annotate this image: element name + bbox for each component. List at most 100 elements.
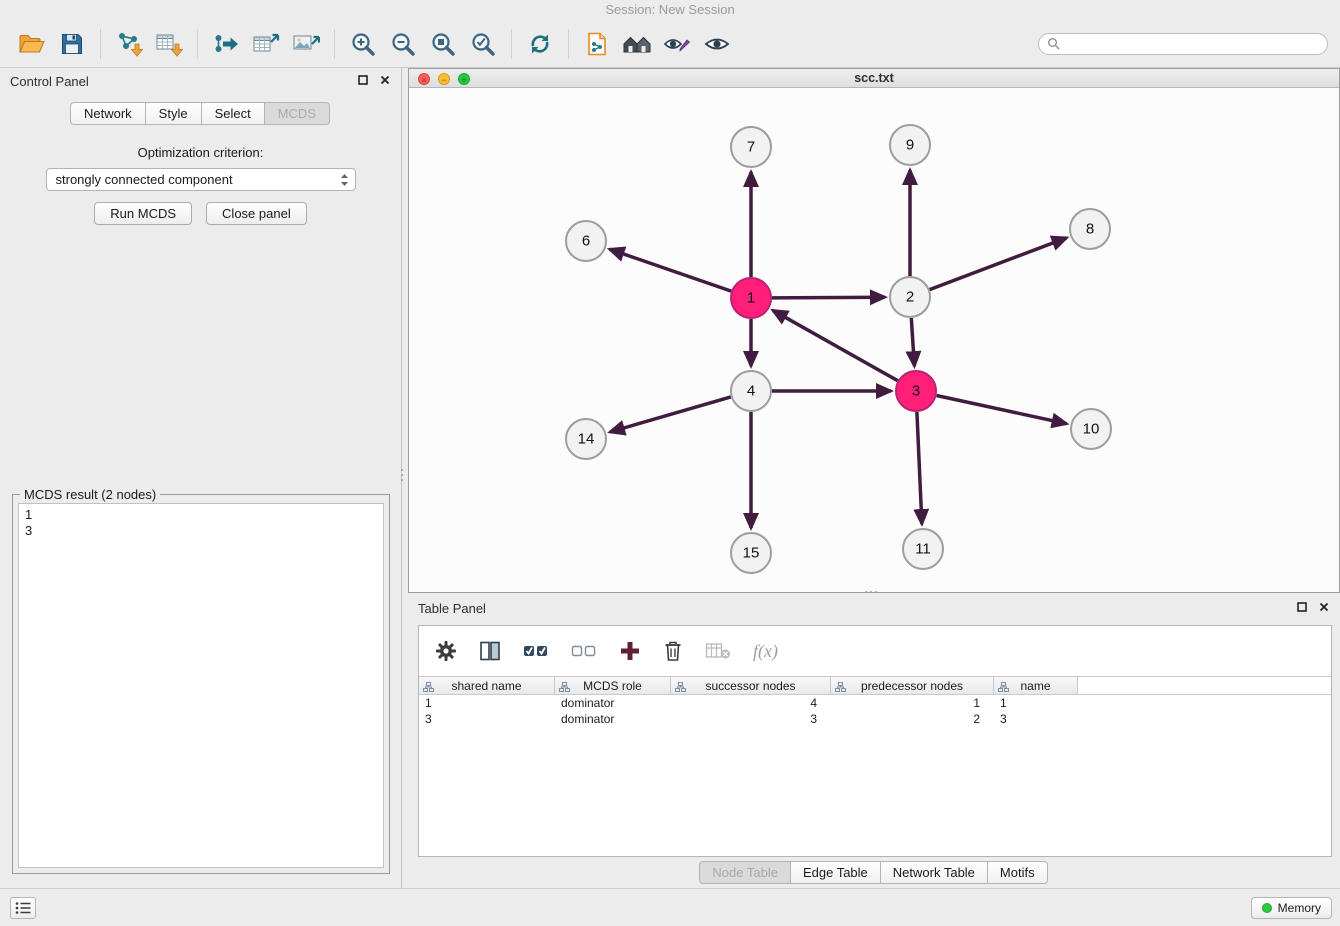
network-canvas[interactable]: 7 9 6 8 1 2 4 3 14 10 15 11 xyxy=(409,89,1339,592)
tab-network-table[interactable]: Network Table xyxy=(880,861,988,884)
float-table-panel-button[interactable] xyxy=(1296,601,1308,613)
graph-edge-3-11[interactable] xyxy=(917,412,922,524)
tab-network[interactable]: Network xyxy=(70,102,146,125)
graph-edge-2-8[interactable] xyxy=(930,238,1067,290)
deselect-all-button[interactable] xyxy=(571,642,597,660)
add-column-button[interactable] xyxy=(619,640,641,662)
tab-select[interactable]: Select xyxy=(201,102,265,125)
export-table-button[interactable] xyxy=(246,24,286,64)
run-mcds-button[interactable]: Run MCDS xyxy=(94,202,192,225)
table-cell[interactable]: 3 xyxy=(671,711,831,727)
memory-button[interactable]: Memory xyxy=(1251,897,1332,919)
import-network-button[interactable] xyxy=(109,24,149,64)
table-cell[interactable]: 1 xyxy=(994,695,1078,711)
table-cell[interactable]: 4 xyxy=(671,695,831,711)
houses-icon xyxy=(622,32,652,56)
graph-edge-1-6[interactable] xyxy=(610,249,732,291)
show-hide-button[interactable] xyxy=(697,24,737,64)
column-type-icon xyxy=(423,681,434,695)
column-header-shared-name[interactable]: shared name xyxy=(419,677,555,694)
graph-node-10[interactable]: 10 xyxy=(1071,409,1111,449)
table-cell[interactable]: 3 xyxy=(994,711,1078,727)
delete-table-button[interactable] xyxy=(705,641,731,661)
select-all-button[interactable] xyxy=(523,642,549,660)
tab-motifs[interactable]: Motifs xyxy=(987,861,1048,884)
column-type-icon xyxy=(998,681,1009,695)
graph-node-4[interactable]: 4 xyxy=(731,371,771,411)
houses-button[interactable] xyxy=(617,24,657,64)
toolbar-separator xyxy=(197,29,198,59)
panel-splitter-handle[interactable] xyxy=(400,462,404,488)
delete-column-button[interactable] xyxy=(663,640,683,662)
tab-mcds[interactable]: MCDS xyxy=(264,102,330,125)
tab-edge-table[interactable]: Edge Table xyxy=(790,861,881,884)
table-cell[interactable]: 1 xyxy=(831,695,994,711)
network-document-button[interactable] xyxy=(577,24,617,64)
optimization-criterion-label: Optimization criterion: xyxy=(0,145,401,160)
graph-node-8[interactable]: 8 xyxy=(1070,209,1110,249)
graph-edge-3-10[interactable] xyxy=(937,396,1067,424)
close-table-panel-button[interactable] xyxy=(1318,601,1330,613)
zoom-selected-button[interactable] xyxy=(463,24,503,64)
result-line[interactable]: 1 xyxy=(25,507,377,523)
table-cell[interactable]: dominator xyxy=(555,695,671,711)
table-cell[interactable]: dominator xyxy=(555,711,671,727)
mcds-result-list[interactable]: 13 xyxy=(18,503,384,868)
graph-node-11[interactable]: 11 xyxy=(903,529,943,569)
table-splitter-handle[interactable] xyxy=(858,590,884,594)
graph-node-6[interactable]: 6 xyxy=(566,221,606,261)
search-input[interactable] xyxy=(1065,37,1319,51)
table-cell[interactable]: 2 xyxy=(831,711,994,727)
graph-edge-3-1[interactable] xyxy=(773,310,898,380)
graph-node-15[interactable]: 15 xyxy=(731,533,771,573)
show-columns-button[interactable] xyxy=(479,640,501,662)
tab-style[interactable]: Style xyxy=(145,102,202,125)
column-header-name[interactable]: name xyxy=(994,677,1078,694)
float-panel-icon xyxy=(1297,602,1307,612)
table-row[interactable]: 1dominator411 xyxy=(419,695,1331,711)
list-icon xyxy=(15,901,31,915)
graph-edge-2-3[interactable] xyxy=(911,318,914,366)
zoom-in-button[interactable] xyxy=(343,24,383,64)
control-panel-tabs: Network Style Select MCDS xyxy=(0,102,401,125)
refresh-layout-button[interactable] xyxy=(520,24,560,64)
table-cell[interactable]: 1 xyxy=(419,695,555,711)
tab-node-table[interactable]: Node Table xyxy=(699,861,791,884)
zoom-out-button[interactable] xyxy=(383,24,423,64)
import-table-button[interactable] xyxy=(149,24,189,64)
close-panel-button-mcds[interactable]: Close panel xyxy=(206,202,307,225)
node-table-header-row: shared nameMCDS rolesuccessor nodesprede… xyxy=(419,676,1331,695)
graph-node-7[interactable]: 7 xyxy=(731,127,771,167)
criterion-dropdown[interactable]: strongly connected component xyxy=(46,168,356,191)
column-header-MCDS-role[interactable]: MCDS role xyxy=(555,677,671,694)
network-window-titlebar[interactable]: × − + scc.txt xyxy=(409,69,1339,88)
table-settings-button[interactable] xyxy=(435,640,457,662)
float-panel-button[interactable] xyxy=(357,74,369,86)
graph-node-1[interactable]: 1 xyxy=(731,278,771,318)
column-header-label: name xyxy=(1020,679,1050,693)
table-panel: Table Panel xyxy=(408,595,1340,888)
result-line[interactable]: 3 xyxy=(25,523,377,539)
eye-paintbrush-icon xyxy=(663,32,691,56)
close-panel-button[interactable] xyxy=(379,74,391,86)
graphics-details-button[interactable] xyxy=(657,24,697,64)
table-cell[interactable]: 3 xyxy=(419,711,555,727)
graph-node-9[interactable]: 9 xyxy=(890,125,930,165)
zoom-fit-button[interactable] xyxy=(423,24,463,64)
graph-edge-4-14[interactable] xyxy=(610,397,731,432)
function-builder-button[interactable]: f(x) xyxy=(753,641,778,662)
table-row[interactable]: 3dominator323 xyxy=(419,711,1331,727)
task-history-button[interactable] xyxy=(10,897,36,919)
open-session-button[interactable] xyxy=(12,24,52,64)
network-graph[interactable]: 7 9 6 8 1 2 4 3 14 10 15 11 xyxy=(409,89,1339,594)
export-image-button[interactable] xyxy=(286,24,326,64)
column-header-successor-nodes[interactable]: successor nodes xyxy=(671,677,831,694)
export-network-button[interactable] xyxy=(206,24,246,64)
graph-node-2[interactable]: 2 xyxy=(890,277,930,317)
global-search-field[interactable] xyxy=(1038,33,1328,55)
graph-edge-1-2[interactable] xyxy=(772,297,885,298)
column-header-predecessor-nodes[interactable]: predecessor nodes xyxy=(831,677,994,694)
graph-node-3[interactable]: 3 xyxy=(896,371,936,411)
graph-node-14[interactable]: 14 xyxy=(566,419,606,459)
save-session-button[interactable] xyxy=(52,24,92,64)
